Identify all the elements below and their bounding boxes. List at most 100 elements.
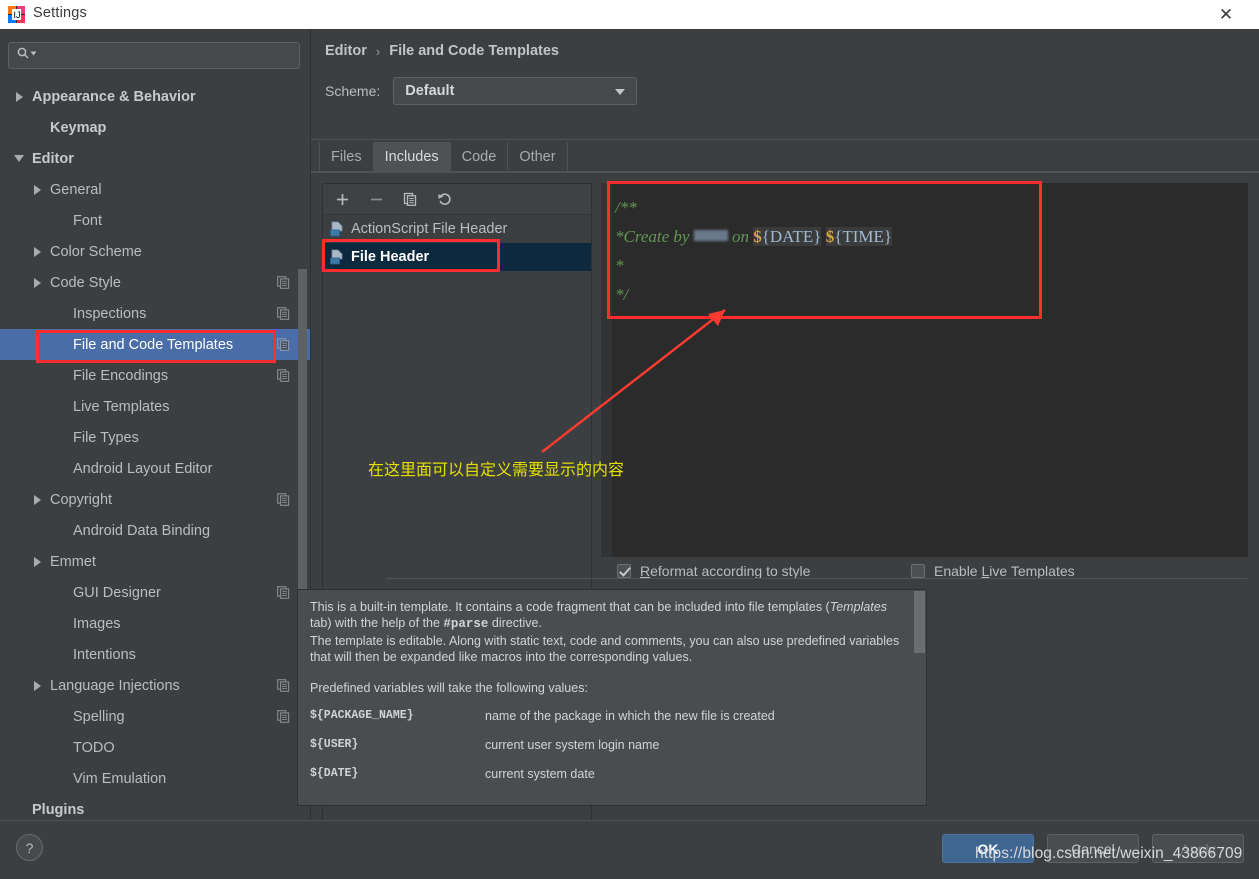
sidebar-item-label: Code Style (50, 274, 121, 291)
list-item-label: ActionScript File Header (351, 221, 508, 237)
copy-settings-icon[interactable] (277, 710, 290, 723)
redacted-username (693, 230, 728, 241)
window-titlebar: IJ Settings ✕ (0, 0, 1259, 29)
code-comment-text: *Create by (615, 227, 694, 246)
chevron-right-icon[interactable] (32, 555, 45, 568)
scheme-dropdown[interactable]: Default (393, 77, 638, 105)
copy-settings-icon[interactable] (277, 338, 290, 351)
variable-key: ${PACKAGE_NAME} (310, 709, 414, 722)
sidebar-item-label: File Types (73, 429, 139, 446)
add-template-button[interactable] (334, 191, 351, 208)
copy-template-button[interactable] (402, 191, 419, 208)
sidebar-item-android-data-binding[interactable]: Android Data Binding (0, 515, 311, 546)
sidebar-item-label: TODO (73, 739, 115, 756)
chevron-right-icon[interactable] (32, 183, 45, 196)
sidebar-item-label: Color Scheme (50, 243, 142, 260)
remove-template-button[interactable] (368, 191, 385, 208)
search-input[interactable] (40, 45, 290, 66)
code-line: /** (615, 193, 892, 222)
sidebar-item-font[interactable]: Font (0, 205, 311, 236)
copy-settings-icon[interactable] (277, 369, 290, 382)
sidebar-item-file-types[interactable]: File Types (0, 422, 311, 453)
sidebar-item-todo[interactable]: TODO (0, 732, 311, 763)
sidebar-item-live-templates[interactable]: Live Templates (0, 391, 311, 422)
reformat-checkbox[interactable]: Reformat according to style (617, 563, 810, 579)
live-templates-checkbox[interactable]: Enable Live Templates (911, 563, 1075, 579)
sidebar-item-plugins[interactable]: Plugins (0, 794, 311, 820)
sidebar-item-android-layout-editor[interactable]: Android Layout Editor (0, 453, 311, 484)
reset-template-button[interactable] (436, 191, 453, 208)
copy-settings-icon[interactable] (277, 493, 290, 506)
template-tabs: Files Includes Code Other (319, 142, 568, 171)
sidebar-item-spelling[interactable]: Spelling (0, 701, 311, 732)
chevron-right-icon[interactable] (32, 679, 45, 692)
variable-row: ${DATE} current system date (310, 767, 906, 796)
sidebar-item-file-and-code-templates[interactable]: File and Code Templates (0, 329, 311, 360)
description-scrollbar[interactable] (914, 591, 925, 653)
copy-settings-icon[interactable] (277, 276, 290, 289)
copy-settings-icon[interactable] (277, 679, 290, 692)
sidebar-item-file-encodings[interactable]: File Encodings (0, 360, 311, 391)
sidebar-item-images[interactable]: Images (0, 608, 311, 639)
search-field-wrapper[interactable] (8, 42, 300, 69)
sidebar-item-appearance-behavior[interactable]: Appearance & Behavior (0, 81, 311, 112)
chevron-right-icon[interactable] (32, 493, 45, 506)
chevron-right-icon[interactable] (32, 276, 45, 289)
sidebar-item-general[interactable]: General (0, 174, 311, 205)
sidebar-item-copyright[interactable]: Copyright (0, 484, 311, 515)
breadcrumb-current: File and Code Templates (389, 43, 559, 59)
help-button[interactable]: ? (16, 834, 43, 861)
list-item[interactable]: ActionScript File Header (323, 215, 591, 243)
tab-files[interactable]: Files (319, 142, 374, 171)
sidebar-item-label: Intentions (73, 646, 136, 663)
sidebar-item-keymap[interactable]: Keymap (0, 112, 311, 143)
breadcrumb-parent[interactable]: Editor (325, 43, 367, 59)
sidebar-item-inspections[interactable]: Inspections (0, 298, 311, 329)
template-list-toolbar (323, 184, 591, 215)
tab-other[interactable]: Other (508, 142, 568, 171)
copy-settings-icon[interactable] (277, 307, 290, 320)
variable-description: name of the package in which the new fil… (485, 709, 775, 723)
list-item-label: File Header (351, 249, 430, 265)
code-comment-text: on (727, 227, 754, 246)
sidebar-item-language-injections[interactable]: Language Injections (0, 670, 311, 701)
chevron-right-icon[interactable] (32, 245, 45, 258)
editor-options-row: Reformat according to style Enable Live … (601, 558, 1248, 586)
chevron-down-icon (30, 51, 37, 55)
variable-row: ${USER} current user system login name (310, 738, 906, 767)
chevron-down-icon[interactable] (14, 152, 27, 165)
chevron-right-icon[interactable] (14, 90, 27, 103)
sidebar-item-color-scheme[interactable]: Color Scheme (0, 236, 311, 267)
sidebar-item-gui-designer[interactable]: GUI Designer (0, 577, 311, 608)
sidebar-item-code-style[interactable]: Code Style (0, 267, 311, 298)
intellij-idea-icon: IJ (8, 6, 25, 23)
sidebar-item-label: Android Layout Editor (73, 460, 213, 477)
sidebar-item-label: General (50, 181, 102, 198)
sidebar-item-label: File Encodings (73, 367, 169, 384)
sidebar-item-label: Font (73, 212, 103, 229)
tab-includes[interactable]: Includes (373, 142, 451, 171)
date-variable: ${DATE} (753, 227, 822, 246)
sidebar-item-emmet[interactable]: Emmet (0, 546, 311, 577)
watermark-url: https://blog.csdn.net/weixin_43866709 (975, 845, 1243, 862)
code-comment-text: /** (615, 198, 637, 217)
tab-code[interactable]: Code (450, 142, 509, 171)
close-icon[interactable]: ✕ (1203, 0, 1249, 29)
sidebar-item-label: Language Injections (50, 677, 180, 694)
copy-settings-icon[interactable] (277, 586, 290, 599)
sidebar-item-label: Inspections (73, 305, 147, 322)
lt-post: ive Templates (989, 563, 1075, 579)
sidebar-item-vim-emulation[interactable]: Vim Emulation (0, 763, 311, 794)
chevron-down-icon (615, 89, 626, 95)
sidebar-item-label: Images (73, 615, 121, 632)
time-variable: ${TIME} (825, 227, 893, 246)
sidebar-item-editor[interactable]: Editor (0, 143, 311, 174)
sidebar-item-intentions[interactable]: Intentions (0, 639, 311, 670)
list-item[interactable]: File Header (323, 243, 591, 271)
